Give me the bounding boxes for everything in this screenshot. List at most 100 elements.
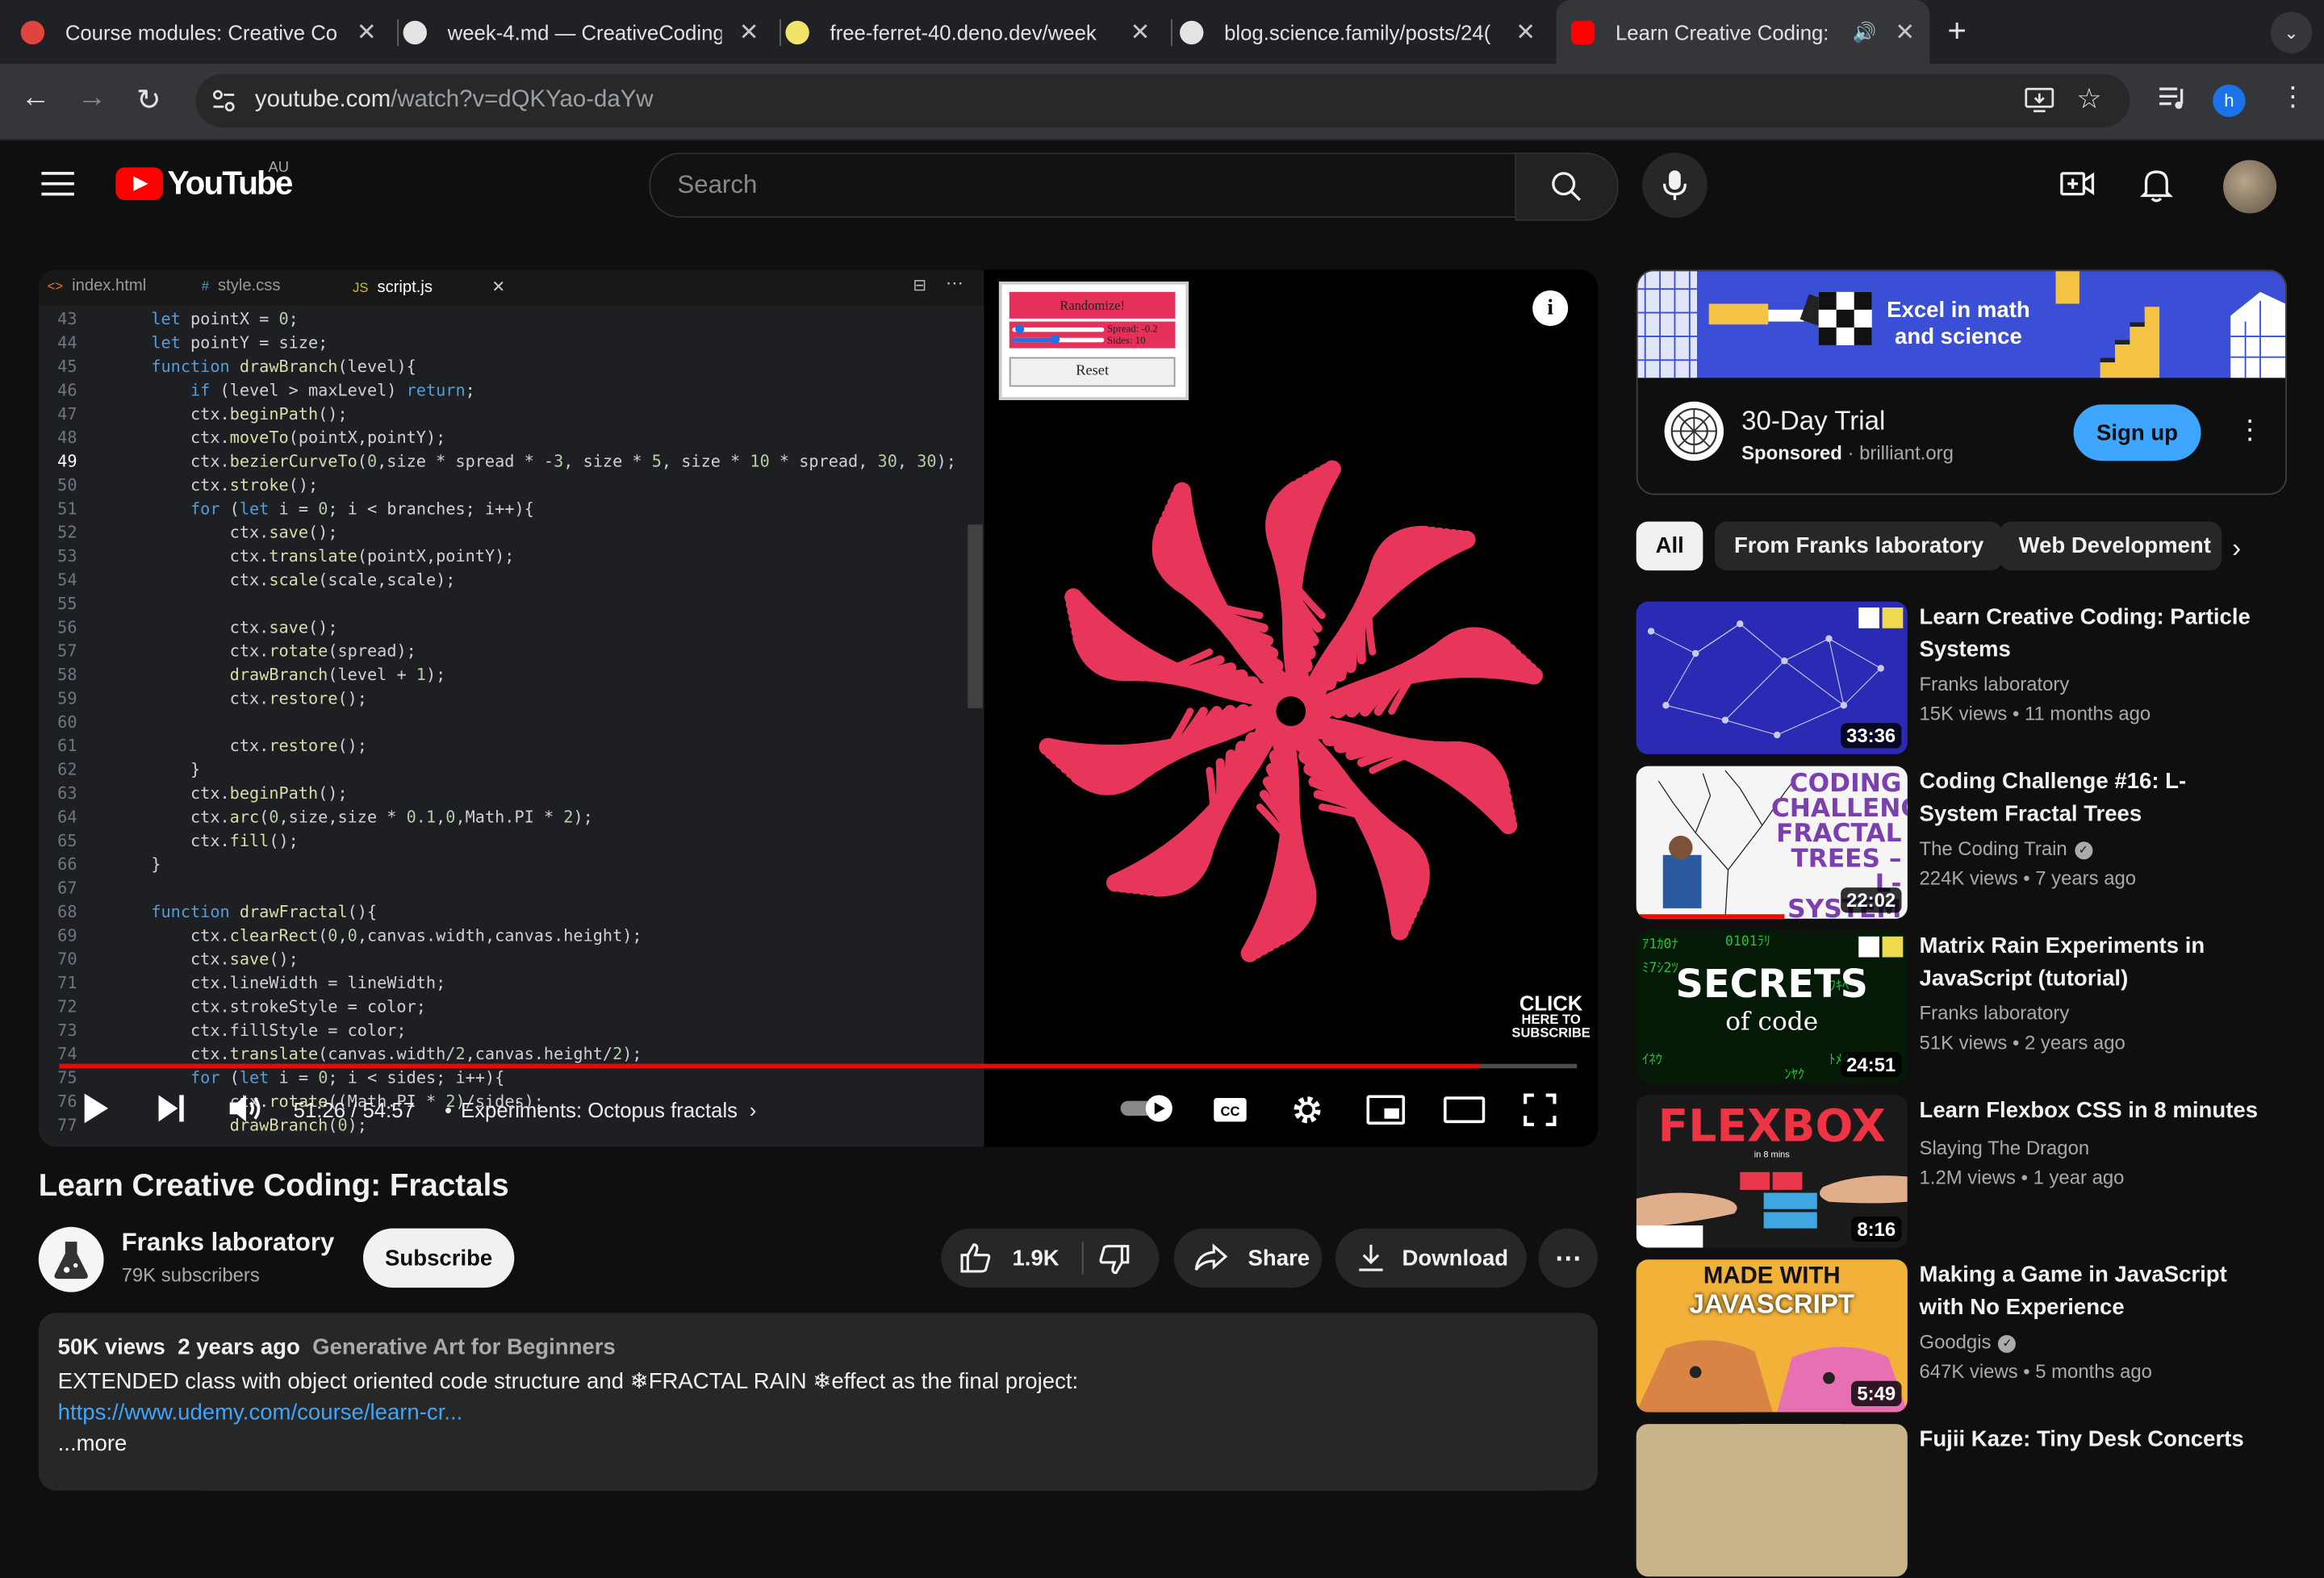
chip-web-development[interactable]: Web Development [1999, 521, 2222, 571]
forward-icon[interactable]: → [77, 81, 107, 115]
browser-tab-active[interactable]: Learn Creative Coding: Fr 🔊 ✕ [1556, 0, 1930, 64]
fullscreen-icon[interactable] [1524, 1093, 1557, 1126]
play-icon[interactable] [83, 1092, 110, 1125]
brilliant-logo-icon [1670, 407, 1718, 455]
recommendation-title[interactable]: Learn Flexbox CSS in 8 minutes [1920, 1095, 2260, 1127]
audio-playing-icon[interactable]: 🔊 [1853, 20, 1877, 44]
video-info-icon[interactable]: i [1532, 290, 1569, 327]
sponsored-ad[interactable]: Excel in math and science 30-Day Trial S… [1636, 269, 2288, 495]
ad-logo[interactable] [1664, 401, 1724, 461]
chevron-right-icon[interactable]: › [2232, 533, 2241, 565]
recommendation-channel[interactable]: Slaying The Dragon [1920, 1137, 2090, 1159]
recommendation-title[interactable]: Coding Challenge #16: L-System Fractal T… [1920, 766, 2260, 832]
recommendation-item[interactable]: Fujii Kaze: Tiny Desk Concerts [1636, 1424, 2288, 1578]
like-divider [1081, 1242, 1084, 1275]
voice-search-button[interactable] [1642, 152, 1707, 218]
code-line: 47 ctx.beginPath(); [57, 404, 348, 424]
share-button[interactable]: Share [1173, 1228, 1323, 1288]
autoplay-toggle[interactable] [1118, 1093, 1177, 1123]
site-info-icon[interactable] [211, 87, 237, 114]
browser-tab[interactable]: week-4.md — CreativeCoding ✕ [403, 0, 774, 64]
chapter-title[interactable]: • Experiments: Octopus fractals › [445, 1098, 756, 1121]
captions-icon[interactable]: CC [1212, 1096, 1248, 1123]
progress-bar[interactable] [59, 1063, 1578, 1069]
bookmark-star-icon[interactable]: ☆ [2076, 83, 2101, 117]
description-more[interactable]: ...more [58, 1431, 127, 1456]
notifications-bell-icon[interactable] [2140, 168, 2173, 203]
new-tab-button[interactable]: + [1947, 12, 1967, 51]
recommendation-item[interactable]: 33:36 Learn Creative Coding: Particle Sy… [1636, 601, 2288, 756]
browser-tab[interactable]: blog.science.family/posts/24( ✕ [1180, 0, 1550, 64]
subscribe-button[interactable]: Subscribe [362, 1228, 515, 1288]
tab-title: Course modules: Creative Co [65, 19, 338, 44]
chip-all[interactable]: All [1636, 521, 1703, 571]
close-tab-icon[interactable]: ✕ [1895, 17, 1915, 47]
back-icon[interactable]: ← [21, 81, 51, 115]
ad-title[interactable]: 30-Day Trial [1741, 406, 1885, 437]
search-button[interactable] [1515, 152, 1619, 221]
next-video-icon[interactable] [157, 1092, 187, 1125]
video-player[interactable]: <> index.html # style.css JS script.js ✕ ⊟ ⋯… [38, 269, 1598, 1147]
thumbs-down-icon[interactable] [1098, 1243, 1131, 1275]
download-button[interactable]: Download [1335, 1228, 1527, 1288]
description-text: EXTENDED class with object oriented code… [57, 1369, 1079, 1395]
svg-text:ｱ1ｶ0ﾅ: ｱ1ｶ0ﾅ [1642, 936, 1678, 951]
account-avatar[interactable] [2223, 160, 2277, 214]
recommendation-title[interactable]: Making a Game in JavaScript with No Expe… [1920, 1259, 2260, 1325]
close-tab-icon[interactable]: ✕ [739, 17, 759, 47]
reload-icon[interactable]: ↻ [136, 81, 161, 119]
settings-gear-icon[interactable] [1289, 1092, 1325, 1128]
profile-avatar[interactable]: h [2213, 84, 2246, 118]
browser-toolbar: ← → ↻ youtube.com/watch?v=dQKYao-daYw ☆ [0, 63, 2324, 141]
video-thumbnail[interactable] [1636, 1424, 1908, 1577]
browser-menu-icon[interactable]: ⋮ [2280, 81, 2306, 113]
channel-avatar[interactable] [38, 1226, 104, 1292]
channel-name[interactable]: Franks laboratory [122, 1229, 335, 1259]
recommendation-channel[interactable]: Franks laboratory [1920, 1002, 2070, 1025]
recommendation-title[interactable]: Matrix Rain Experiments in JavaScript (t… [1920, 930, 2260, 996]
description-tag[interactable]: Generative Art for Beginners [312, 1335, 616, 1360]
address-bar[interactable]: youtube.com/watch?v=dQKYao-daYw ☆ [195, 73, 2130, 127]
description-box[interactable]: 50K views 2 years ago Generative Art for… [38, 1313, 1598, 1491]
theater-mode-icon[interactable] [1443, 1096, 1486, 1124]
ad-banner[interactable]: Excel in math and science [1637, 271, 2286, 378]
create-video-icon[interactable] [2060, 168, 2096, 200]
video-thumbnail[interactable]: MADE WITH JAVASCRIPT 5:49 [1636, 1259, 1908, 1413]
guide-menu-icon[interactable] [41, 172, 74, 198]
editor-tab-script-js: JS script.js ✕ [353, 278, 506, 297]
close-tab-icon[interactable]: ✕ [1515, 17, 1536, 47]
recommendation-channel[interactable]: Goodgis ✓ [1920, 1330, 2017, 1353]
browser-tab[interactable]: Course modules: Creative Co ✕ [20, 0, 391, 64]
youtube-logo[interactable]: YouTube AU [115, 160, 293, 203]
recommendation-item[interactable]: CODING CHALLENGE: FRACTAL TREES – L-SYST… [1636, 766, 2288, 920]
ad-sponsor-line: Sponsored · brilliant.org [1741, 441, 1954, 464]
subscribe-watermark[interactable]: CLICK HERE TO SUBSCRIBE [1511, 993, 1590, 1041]
recommendation-title[interactable]: Fujii Kaze: Tiny Desk Concerts [1920, 1424, 2260, 1456]
video-thumbnail[interactable]: FLEXBOX in 8 mins 8:16 [1636, 1095, 1908, 1248]
miniplayer-icon[interactable] [1366, 1095, 1406, 1125]
recommendation-channel[interactable]: The Coding Train ✓ [1920, 837, 2092, 860]
video-thumbnail[interactable]: CODING CHALLENGE: FRACTAL TREES – L-SYST… [1636, 766, 1908, 919]
recommendation-item[interactable]: FLEXBOX in 8 mins 8:16 Learn Flexbox CSS… [1636, 1095, 2288, 1249]
tab-search-button[interactable]: ⌄ [2270, 11, 2313, 54]
browser-tab[interactable]: free-ferret-40.deno.dev/week ✕ [785, 0, 1164, 64]
close-tab-icon[interactable]: ✕ [357, 17, 377, 47]
video-thumbnail[interactable]: 33:36 [1636, 601, 1908, 754]
media-controls-icon[interactable] [2158, 85, 2188, 111]
description-link[interactable]: https://www.udemy.com/course/learn-cr... [58, 1401, 463, 1426]
recommendation-channel[interactable]: Franks laboratory [1920, 673, 2070, 695]
install-app-icon[interactable] [2025, 87, 2054, 114]
search-input[interactable]: Search [649, 152, 1516, 218]
close-tab-icon[interactable]: ✕ [1131, 17, 1151, 47]
fractal-canvas [984, 269, 1598, 1147]
video-thumbnail[interactable]: ｱ1ｶ0ﾅ ﾐ7ｼ2ﾂ ｲﾈｳ ﾜｷﾍ ﾄﾒ4 0101ﾗﾘ ﾝﾔｸ SECRETS of … [1636, 930, 1908, 1083]
ad-signup-button[interactable]: Sign up [2073, 404, 2201, 461]
recommendation-item[interactable]: MADE WITH JAVASCRIPT 5:49 Making a Game … [1636, 1259, 2288, 1413]
ad-menu-icon[interactable]: ⋮ [2237, 415, 2263, 446]
like-button[interactable]: 1.9K [941, 1229, 1081, 1288]
recommendation-title[interactable]: Learn Creative Coding: Particle Systems [1920, 602, 2260, 667]
recommendation-item[interactable]: ｱ1ｶ0ﾅ ﾐ7ｼ2ﾂ ｲﾈｳ ﾜｷﾍ ﾄﾒ4 0101ﾗﾘ ﾝﾔｸ SECRETS of … [1636, 930, 2288, 1084]
more-actions-button[interactable]: ⋯ [1538, 1228, 1598, 1288]
volume-icon[interactable] [228, 1092, 264, 1125]
chip-from-channel[interactable]: From Franks laboratory [1715, 521, 2004, 571]
